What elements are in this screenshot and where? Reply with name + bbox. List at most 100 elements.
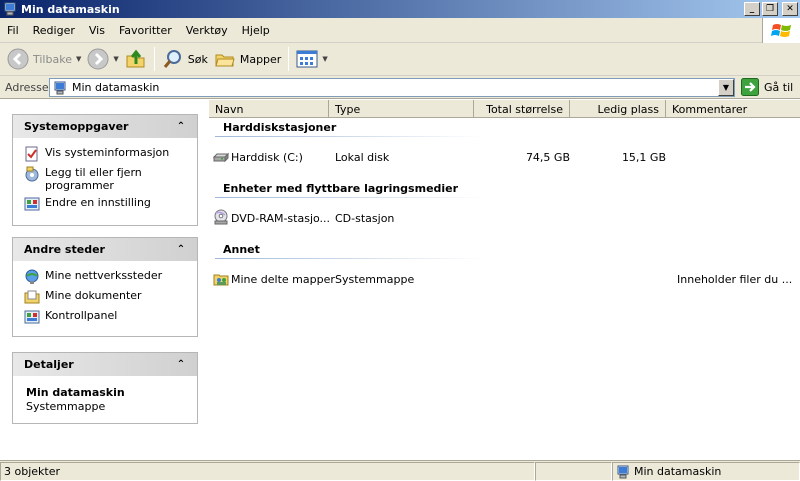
windows-logo: [762, 18, 800, 43]
address-dropdown-button[interactable]: ▼: [718, 79, 734, 96]
restore-icon: ❐: [765, 3, 775, 14]
status-location: Min datamaskin: [612, 462, 800, 481]
place-control-panel[interactable]: Kontrollpanel: [24, 309, 197, 325]
hard-disk-icon: [213, 152, 229, 163]
collapse-chevron-icon[interactable]: ⌃: [175, 121, 187, 132]
column-comments-label: Kommentarer: [672, 102, 748, 116]
row-free-space: 15,1 GB: [621, 150, 666, 164]
row-type: Lokal disk: [335, 150, 390, 164]
forward-arrow-icon: [87, 48, 109, 70]
task-change-setting-label: Endre en innstilling: [45, 196, 151, 209]
system-tasks-title: Systemoppgaver: [24, 120, 129, 133]
dvd-drive-icon: [214, 209, 228, 225]
address-input[interactable]: Min datamaskin ▼: [49, 78, 735, 97]
table-row[interactable]: Harddisk (C:) Lokal disk 74,5 GB 15,1 GB: [209, 148, 800, 166]
column-free-space[interactable]: Ledig plass: [570, 100, 666, 118]
toolbar-separator: [153, 47, 155, 71]
column-type[interactable]: Type: [329, 100, 474, 118]
views-dropdown-icon[interactable]: ▼: [322, 55, 327, 63]
row-type: Systemmappe: [335, 272, 415, 286]
menu-file[interactable]: Fil: [0, 24, 26, 37]
toolbar-separator: [288, 47, 290, 71]
up-button[interactable]: [122, 45, 150, 73]
folders-button[interactable]: Mapper: [211, 45, 285, 73]
control-panel-icon: [24, 310, 40, 324]
table-row[interactable]: DVD-RAM-stasjo... CD-stasjon: [209, 209, 800, 227]
folder-up-icon: [126, 49, 145, 68]
status-count-text: 3 objekter: [4, 465, 61, 478]
go-label: Gå til: [764, 80, 794, 94]
group-divider: [215, 197, 487, 198]
task-system-info[interactable]: Vis systeminformasjon: [24, 146, 197, 162]
group-divider: [215, 136, 487, 137]
row-total-size: 74,5 GB: [525, 150, 570, 164]
close-button[interactable]: ✕: [782, 2, 798, 16]
place-control-panel-label: Kontrollpanel: [45, 309, 118, 322]
place-network-places[interactable]: Mine nettverkssteder: [24, 269, 197, 285]
back-dropdown-icon[interactable]: ▼: [76, 55, 81, 63]
go-arrow-icon: [741, 78, 759, 96]
details-name: Min datamaskin: [26, 386, 125, 399]
menu-edit[interactable]: Rediger: [26, 24, 82, 37]
status-bar: 3 objekter Min datamaskin: [0, 460, 800, 481]
task-system-info-label: Vis systeminformasjon: [45, 146, 170, 159]
forward-dropdown-icon[interactable]: ▼: [113, 55, 118, 63]
group-other: Annet: [209, 242, 489, 259]
my-computer-icon: [617, 465, 629, 478]
title-bar[interactable]: Min datamaskin _ ❐ ✕: [0, 0, 800, 18]
forward-button[interactable]: ▼: [84, 45, 121, 73]
menu-favorites[interactable]: Favoritter: [112, 24, 179, 37]
views-icon: [296, 50, 318, 68]
place-my-documents-label: Mine dokumenter: [45, 289, 142, 302]
menu-help[interactable]: Hjelp: [235, 24, 277, 37]
status-location-text: Min datamaskin: [634, 465, 722, 478]
system-info-icon: [25, 146, 38, 162]
minimize-icon: _: [749, 3, 755, 14]
place-my-documents[interactable]: Mine dokumenter: [24, 289, 197, 305]
address-label: Adresse: [5, 80, 49, 94]
back-arrow-icon: [7, 48, 29, 70]
window-title: Min datamaskin: [21, 2, 120, 16]
collapse-chevron-icon[interactable]: ⌃: [175, 359, 187, 370]
collapse-chevron-icon[interactable]: ⌃: [175, 244, 187, 255]
back-label: Tilbake: [33, 52, 72, 66]
task-pane: Systemoppgaver ⌃ Vis systeminformasjon L…: [0, 100, 209, 460]
file-list[interactable]: Navn Type Total størrelse Ledig plass Ko…: [209, 100, 800, 460]
group-divider: [215, 258, 487, 259]
chevron-down-icon: ▼: [722, 83, 730, 92]
system-tasks-header[interactable]: Systemoppgaver ⌃: [13, 115, 197, 138]
shared-folder-icon: [213, 274, 229, 286]
row-name: Mine delte mapper: [231, 272, 335, 286]
status-count: 3 objekter: [0, 462, 535, 481]
details-header[interactable]: Detaljer ⌃: [13, 353, 197, 376]
system-tasks-panel: Systemoppgaver ⌃ Vis systeminformasjon L…: [12, 114, 198, 226]
column-total-size-label: Total størrelse: [486, 102, 563, 116]
status-empty-pane: [535, 462, 612, 481]
column-comments[interactable]: Kommentarer: [666, 100, 800, 118]
other-places-header[interactable]: Andre steder ⌃: [13, 238, 197, 261]
add-remove-programs-icon: [25, 166, 39, 182]
task-change-setting[interactable]: Endre en innstilling: [24, 196, 197, 212]
column-name[interactable]: Navn: [209, 100, 329, 118]
my-computer-icon: [54, 81, 66, 94]
minimize-button[interactable]: _: [744, 2, 760, 16]
menu-view[interactable]: Vis: [82, 24, 112, 37]
menu-tools[interactable]: Verktøy: [179, 24, 235, 37]
group-title: Annet: [223, 243, 260, 256]
back-button[interactable]: Tilbake ▼: [4, 45, 84, 73]
close-icon: ✕: [786, 3, 794, 14]
go-button[interactable]: Gå til: [741, 78, 793, 96]
task-add-remove-programs-label: Legg til eller fjern programmer: [45, 166, 142, 192]
column-type-label: Type: [335, 102, 361, 116]
task-add-remove-programs[interactable]: Legg til eller fjern programmer: [24, 166, 197, 192]
views-button[interactable]: ▼: [293, 45, 330, 73]
details-title: Detaljer: [24, 358, 74, 371]
maximize-button[interactable]: ❐: [762, 2, 778, 16]
place-network-places-label: Mine nettverkssteder: [45, 269, 163, 282]
folders-label: Mapper: [239, 52, 282, 66]
search-icon: [163, 50, 181, 68]
table-row[interactable]: Mine delte mapper Systemmappe Inneholder…: [209, 270, 800, 288]
column-total-size[interactable]: Total størrelse: [474, 100, 570, 118]
other-places-title: Andre steder: [24, 243, 105, 256]
search-button[interactable]: Søk: [159, 45, 211, 73]
